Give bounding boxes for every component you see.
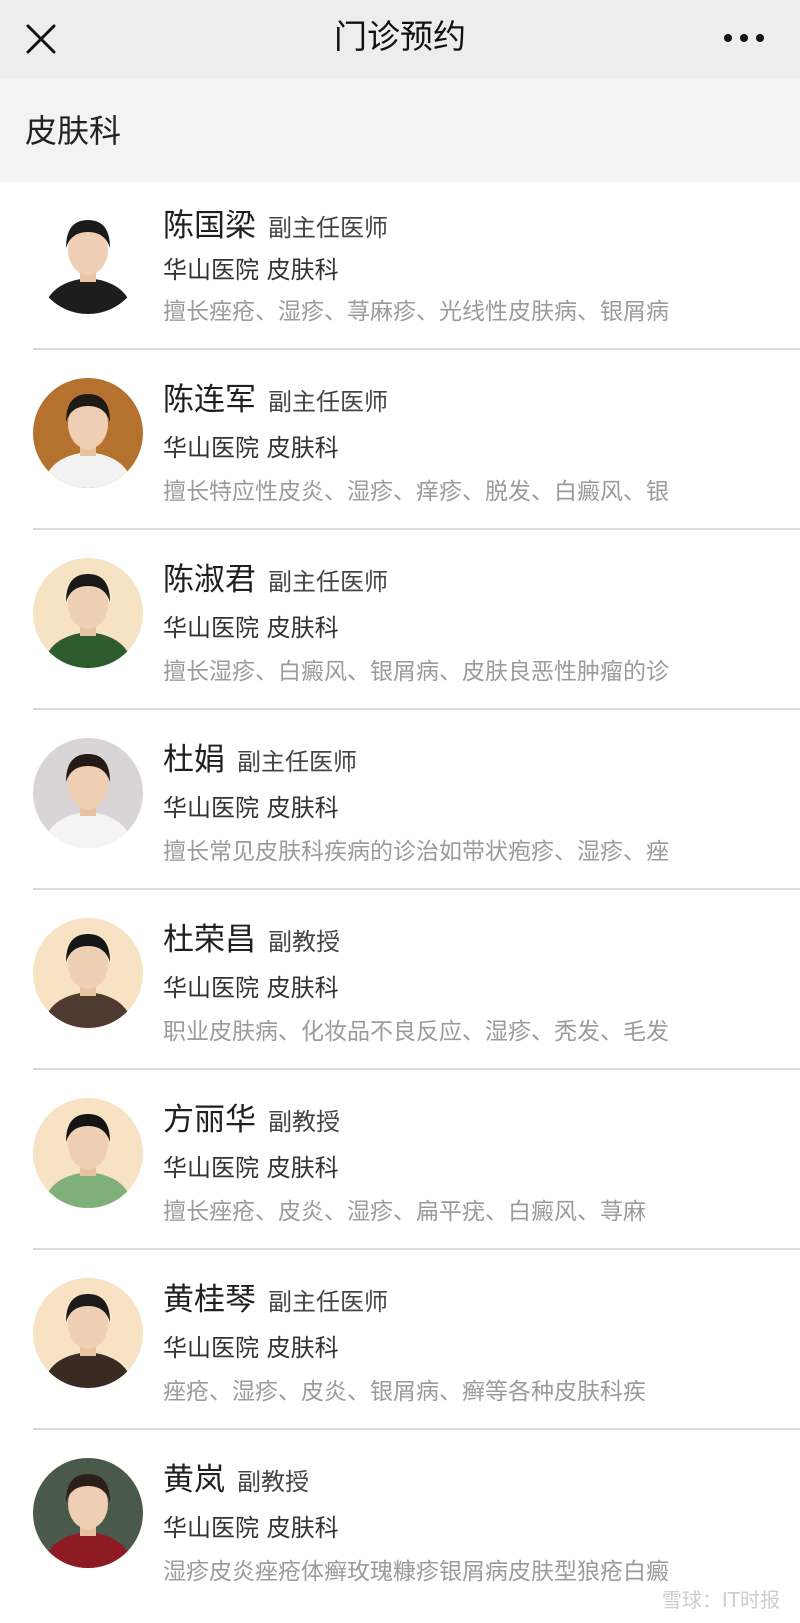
doctor-specialty: 擅长常见皮肤科疾病的诊治如带状疱疹、湿疹、痤 [163, 839, 669, 865]
doctor-specialty: 痤疮、湿疹、皮炎、银屑病、癣等各种皮肤科疾 [163, 1379, 646, 1405]
doctor-list-item[interactable]: 黄岚 副教授华山医院 皮肤科湿疹皮炎痤疮体癣玫瑰糠疹银屑病皮肤型狼疮白癜 [0, 1430, 800, 1610]
doctor-title: 副主任医师 [268, 214, 388, 242]
doctor-specialty: 职业皮肤病、化妆品不良反应、湿疹、秃发、毛发 [163, 1019, 669, 1045]
doctor-avatar [33, 204, 143, 314]
doctor-hospital: 华山医院 皮肤科 [163, 1154, 339, 1182]
doctor-hospital: 华山医院 皮肤科 [163, 434, 339, 462]
doctor-specialty: 擅长特应性皮炎、湿疹、痒疹、脱发、白癜风、银 [163, 479, 669, 505]
doctor-name: 方丽华 [163, 1102, 256, 1138]
doctor-name: 陈淑君 [163, 562, 256, 598]
doctor-hospital: 华山医院 皮肤科 [163, 974, 339, 1002]
doctor-avatar [33, 1278, 143, 1388]
doctor-specialty: 擅长湿疹、白癜风、银屑病、皮肤良恶性肿瘤的诊 [163, 659, 669, 685]
doctor-name: 黄岚 [163, 1462, 225, 1498]
department-title: 皮肤科 [25, 112, 122, 150]
doctor-list-item[interactable]: 黄桂琴 副主任医师华山医院 皮肤科痤疮、湿疹、皮炎、银屑病、癣等各种皮肤科疾 [0, 1250, 800, 1430]
doctor-name-line: 陈连军 副主任医师 [163, 374, 388, 419]
more-icon[interactable] [716, 20, 772, 56]
doctor-hospital: 华山医院 皮肤科 [163, 614, 339, 642]
doctor-name: 黄桂琴 [163, 1282, 256, 1318]
doctor-avatar [33, 378, 143, 488]
doctor-avatar [33, 1098, 143, 1208]
doctor-list-item[interactable]: 陈淑君 副主任医师华山医院 皮肤科擅长湿疹、白癜风、银屑病、皮肤良恶性肿瘤的诊 [0, 530, 800, 710]
watermark: 雪球：IT时报 [661, 1588, 780, 1612]
nav-bar: 门诊预约 [0, 0, 800, 78]
doctor-list-item[interactable]: 陈连军 副主任医师华山医院 皮肤科擅长特应性皮炎、湿疹、痒疹、脱发、白癜风、银 [0, 350, 800, 530]
doctor-name: 杜娟 [163, 742, 225, 778]
doctor-specialty: 擅长痤疮、皮炎、湿疹、扁平疣、白癜风、荨麻 [163, 1199, 646, 1225]
doctor-hospital: 华山医院 皮肤科 [163, 794, 339, 822]
doctor-name: 陈连军 [163, 382, 256, 418]
doctor-name-line: 杜娟 副主任医师 [163, 734, 357, 779]
doctor-title: 副主任医师 [268, 568, 388, 596]
doctor-name: 杜荣昌 [163, 922, 256, 958]
doctor-name-line: 陈淑君 副主任医师 [163, 554, 388, 599]
doctor-avatar [33, 1458, 143, 1568]
doctor-hospital: 华山医院 皮肤科 [163, 256, 339, 284]
department-header: 皮肤科 [0, 78, 800, 183]
doctor-specialty: 擅长痤疮、湿疹、荨麻疹、光线性皮肤病、银屑病 [163, 299, 669, 325]
close-icon[interactable] [20, 18, 62, 60]
doctor-title: 副教授 [268, 1108, 340, 1136]
doctor-hospital: 华山医院 皮肤科 [163, 1514, 339, 1542]
doctor-title: 副教授 [268, 928, 340, 956]
doctor-title: 副主任医师 [237, 748, 357, 776]
page-title: 门诊预约 [334, 17, 466, 56]
doctor-title: 副教授 [237, 1468, 309, 1496]
doctor-name-line: 方丽华 副教授 [163, 1094, 340, 1139]
doctor-title: 副主任医师 [268, 1288, 388, 1316]
doctor-list-item[interactable]: 杜娟 副主任医师华山医院 皮肤科擅长常见皮肤科疾病的诊治如带状疱疹、湿疹、痤 [0, 710, 800, 890]
doctor-name: 陈国梁 [163, 208, 256, 244]
doctor-list-item[interactable]: 杜荣昌 副教授华山医院 皮肤科职业皮肤病、化妆品不良反应、湿疹、秃发、毛发 [0, 890, 800, 1070]
doctor-name-line: 黄桂琴 副主任医师 [163, 1274, 388, 1319]
doctor-specialty: 湿疹皮炎痤疮体癣玫瑰糠疹银屑病皮肤型狼疮白癜 [163, 1559, 669, 1585]
doctor-avatar [33, 738, 143, 848]
doctor-name-line: 杜荣昌 副教授 [163, 914, 340, 959]
doctor-name-line: 陈国梁 副主任医师 [163, 200, 388, 245]
doctor-list-item[interactable]: 方丽华 副教授华山医院 皮肤科擅长痤疮、皮炎、湿疹、扁平疣、白癜风、荨麻 [0, 1070, 800, 1250]
doctor-list: 陈国梁 副主任医师 华山医院 皮肤科 擅长痤疮、湿疹、荨麻疹、光线性皮肤病、银屑病 陈连… [0, 182, 800, 1623]
doctor-name-line: 黄岚 副教授 [163, 1454, 309, 1499]
doctor-list-item[interactable]: 陈国梁 副主任医师华山医院 皮肤科擅长痤疮、湿疹、荨麻疹、光线性皮肤病、银屑病 [0, 182, 800, 350]
doctor-hospital: 华山医院 皮肤科 [163, 1334, 339, 1362]
doctor-avatar [33, 558, 143, 668]
doctor-title: 副主任医师 [268, 388, 388, 416]
doctor-avatar [33, 918, 143, 1028]
